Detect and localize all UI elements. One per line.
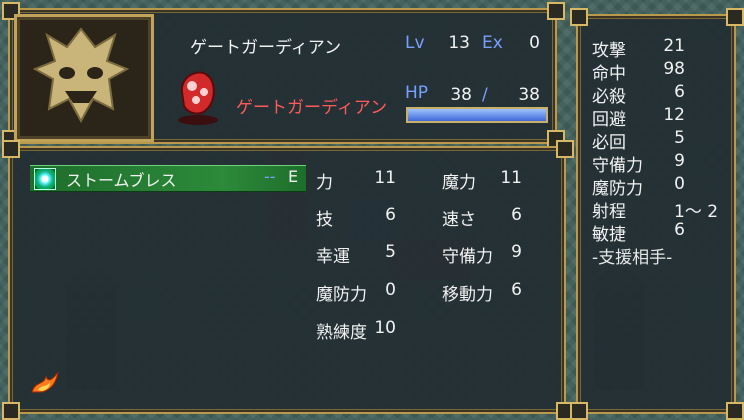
right-label-def: 守備力 [592, 156, 643, 176]
frame-corner [570, 8, 588, 26]
right-value-def: 9 [674, 151, 685, 171]
hp-max: 38 [518, 85, 540, 105]
right-label-crit-avoid: 必回 [592, 133, 626, 153]
right-value-crit-avoid: 5 [674, 128, 685, 148]
storm-breath-icon [34, 168, 56, 190]
frame-corner [556, 140, 574, 158]
level-label: Lv [405, 33, 425, 53]
item-name: ストームブレス [66, 171, 177, 190]
support-partners-label: -支援相手- [592, 248, 673, 268]
stat-value-res: 0 [385, 280, 396, 300]
exp-label: Ex [482, 33, 503, 53]
stat-value-mov: 6 [511, 280, 522, 300]
hp-separator: / [482, 85, 488, 105]
unit-portrait [14, 14, 154, 142]
stat-value-lck: 5 [385, 242, 396, 262]
hp-bar-fill [408, 109, 546, 121]
stat-label-proficiency: 熟練度 [316, 323, 367, 343]
stat-label-mag: 魔力 [442, 173, 476, 193]
unit-class-name: ゲートガーディアン [190, 38, 342, 58]
right-label-agility: 敏捷 [592, 225, 626, 245]
stat-label-res: 魔防力 [316, 285, 367, 305]
right-label-avoid: 回避 [592, 110, 626, 130]
hp-bar [406, 107, 548, 123]
right-label-res: 魔防力 [592, 179, 643, 199]
right-label-range: 射程 [592, 202, 626, 222]
stat-value-mag: 11 [500, 168, 522, 188]
frame-corner [547, 2, 565, 20]
stat-label-lck: 幸運 [316, 247, 350, 267]
right-value-avoid: 12 [663, 105, 685, 125]
right-value-attack: 21 [663, 36, 685, 56]
stat-label-mov: 移動力 [442, 285, 493, 305]
equipped-mark: E [288, 167, 299, 186]
frame-corner [726, 8, 744, 26]
right-value-crit: 6 [674, 82, 685, 102]
item-uses: -- [264, 167, 276, 186]
hp-current: 38 [450, 85, 472, 105]
frame-corner [570, 402, 588, 420]
stat-value-skl: 6 [385, 205, 396, 225]
exp-value: 0 [529, 33, 540, 53]
stat-value-def: 9 [511, 242, 522, 262]
level-value: 13 [448, 33, 470, 53]
stat-label-str: 力 [316, 173, 333, 193]
right-label-hit: 命中 [592, 64, 626, 84]
fire-breath-icon [31, 371, 59, 393]
right-value-res: 0 [674, 174, 685, 194]
unit-name: ゲートガーディアン [236, 98, 388, 118]
right-value-hit: 98 [663, 59, 685, 79]
frame-corner [2, 140, 20, 158]
stat-label-skl: 技 [316, 210, 333, 230]
hp-label: HP [405, 83, 429, 103]
item-row-storm-breath[interactable]: ストームブレス -- E [30, 165, 306, 192]
right-label-crit: 必殺 [592, 87, 626, 107]
stat-value-str: 11 [374, 168, 396, 188]
right-label-attack: 攻撃 [592, 41, 626, 61]
right-value-agility: 6 [674, 220, 685, 240]
stat-value-proficiency: 10 [374, 318, 396, 338]
frame-corner [2, 402, 20, 420]
right-value-range: 1～ 2 [674, 202, 719, 222]
unit-map-sprite [178, 71, 218, 125]
stat-value-spd: 6 [511, 205, 522, 225]
frame-corner [726, 402, 744, 420]
stat-label-def: 守備力 [442, 247, 493, 267]
demon-skull-emblem-icon [32, 27, 130, 124]
stat-label-spd: 速さ [442, 210, 476, 230]
